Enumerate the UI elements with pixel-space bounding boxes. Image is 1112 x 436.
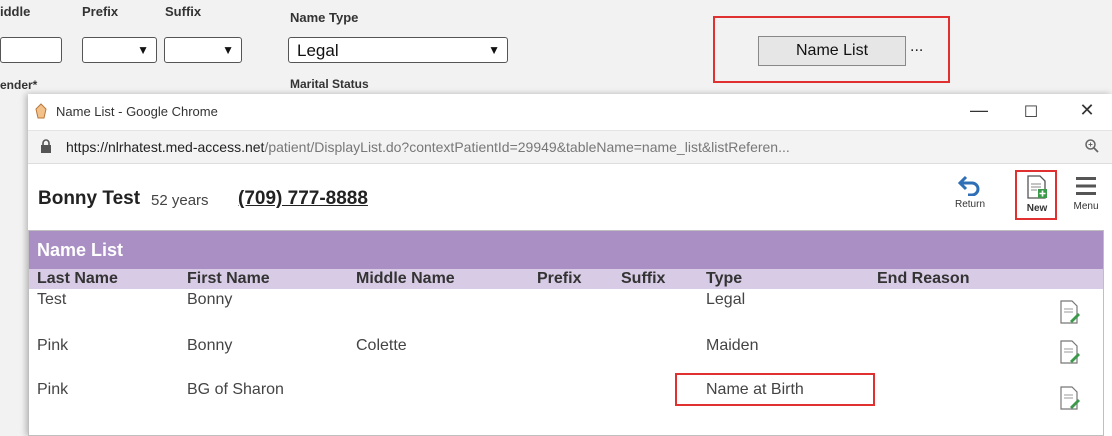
suffix-select[interactable]: ▼: [164, 37, 242, 63]
return-arrow-icon: [957, 175, 980, 197]
zoom-icon[interactable]: [1084, 138, 1100, 159]
cell-first-name: Bonny: [187, 291, 233, 308]
cell-first-name: Bonny: [187, 337, 233, 354]
patient-name: Bonny Test: [38, 188, 141, 209]
column-header[interactable]: Last Name: [37, 270, 118, 288]
column-header[interactable]: End Reason: [877, 270, 969, 288]
patient-phone[interactable]: (709) 777-8888: [238, 188, 368, 210]
panel-header: Name List: [29, 231, 1103, 269]
table-header: Last Name First Name Middle Name Prefix …: [29, 269, 1103, 289]
middle-name-input[interactable]: [0, 37, 62, 63]
edit-document-icon[interactable]: [1059, 339, 1081, 365]
name-list-panel: Name List Last Name First Name Middle Na…: [28, 230, 1104, 436]
name-type-value: Legal: [297, 41, 339, 60]
more-button[interactable]: ...: [910, 38, 923, 56]
gender-label: ender*: [0, 78, 38, 92]
cell-first-name: BG of Sharon: [187, 381, 284, 398]
return-button[interactable]: Return: [952, 174, 988, 210]
close-icon[interactable]: ✕: [1074, 100, 1100, 121]
column-header[interactable]: Suffix: [621, 270, 665, 288]
table-row[interactable]: Pink BG of Sharon Name at Birth: [29, 373, 1103, 415]
cell-middle-name: Colette: [356, 337, 407, 354]
chrome-app-icon: [34, 103, 48, 124]
edit-document-icon[interactable]: [1059, 385, 1081, 411]
cell-type: Legal: [706, 291, 746, 308]
cell-last-name: Pink: [37, 337, 69, 354]
url-host: https://nlrhatest.med-access.net: [66, 139, 265, 155]
lock-icon: [40, 139, 52, 158]
middle-label: iddle: [0, 4, 31, 19]
patient-header: Bonny Test 52 years (709) 777-8888 Retur…: [28, 164, 1112, 222]
table-row[interactable]: Pink Bonny Colette Maiden: [29, 335, 1103, 371]
window-titlebar: Name List - Google Chrome — ☐ ✕: [28, 94, 1112, 131]
dropdown-caret-icon: ▼: [488, 43, 500, 57]
menu-label: Menu: [1073, 201, 1099, 212]
name-type-label: Name Type: [290, 10, 359, 25]
column-header[interactable]: Prefix: [537, 270, 581, 288]
highlight-box-name-at-birth: [675, 373, 875, 406]
dropdown-caret-icon: ▼: [137, 43, 149, 57]
column-header[interactable]: First Name: [187, 270, 270, 288]
return-label: Return: [954, 199, 985, 210]
patient-age: 52 years: [151, 192, 209, 209]
menu-button[interactable]: Menu: [1066, 174, 1106, 212]
prefix-select[interactable]: ▼: [82, 37, 157, 63]
table-row[interactable]: Test Bonny Legal: [29, 289, 1103, 325]
cell-last-name: Pink: [37, 381, 69, 398]
suffix-label: Suffix: [165, 4, 202, 19]
name-list-button[interactable]: Name List: [758, 36, 906, 66]
edit-document-icon[interactable]: [1059, 299, 1081, 325]
name-type-select[interactable]: Legal ▼: [288, 37, 508, 63]
dropdown-caret-icon: ▼: [222, 43, 234, 57]
panel-title: Name List: [37, 240, 124, 260]
url-text: https://nlrhatest.med-access.net/patient…: [66, 139, 790, 155]
minimize-icon[interactable]: —: [966, 100, 992, 121]
highlight-box-new: [1015, 170, 1057, 220]
url-path: /patient/DisplayList.do?contextPatientId…: [264, 139, 790, 155]
marital-status-label: Marital Status: [290, 77, 369, 91]
column-header[interactable]: Type: [706, 270, 742, 288]
prefix-label: Prefix: [82, 4, 119, 19]
address-bar[interactable]: https://nlrhatest.med-access.net/patient…: [28, 131, 1112, 164]
cell-type: Maiden: [706, 337, 759, 354]
name-list-popup-window: Name List - Google Chrome — ☐ ✕ https://…: [28, 94, 1112, 436]
menu-hamburger-icon: [1076, 177, 1096, 195]
column-header[interactable]: Middle Name: [356, 270, 455, 288]
window-title: Name List - Google Chrome: [56, 104, 218, 119]
cell-last-name: Test: [37, 291, 67, 308]
maximize-icon[interactable]: ☐: [1018, 102, 1044, 122]
